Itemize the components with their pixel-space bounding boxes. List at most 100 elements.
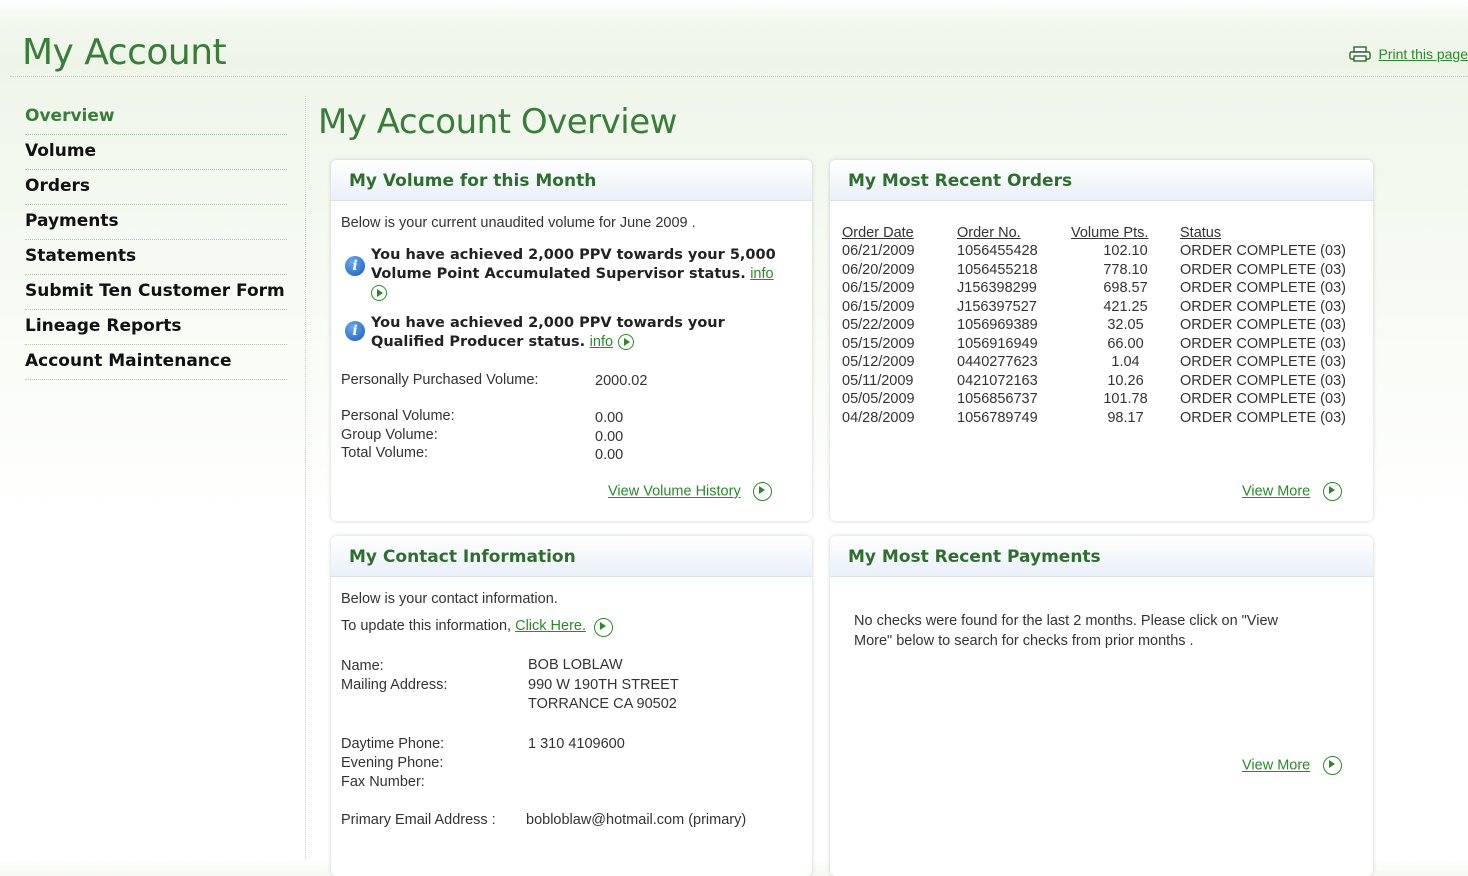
orders-header-row: Order Date Order No. Volume Pts. Status [842, 224, 1370, 242]
status-cell: ORDER COMPLETE (03) [1180, 390, 1370, 409]
orders-panel: My Most Recent Orders Order Date Order N… [830, 160, 1373, 521]
status-cell: ORDER COMPLETE (03) [1180, 372, 1370, 391]
order-no-cell: 1056455218 [957, 261, 1071, 280]
table-row: 05/15/2009105691694966.00ORDER COMPLETE … [842, 335, 1370, 354]
info-icon: i [345, 256, 365, 276]
ppv-message-2: You have achieved 2,000 PPV towards your… [371, 314, 791, 352]
col-volume-pts[interactable]: Volume Pts. [1071, 224, 1180, 242]
arrow-icon[interactable] [371, 285, 387, 301]
order-date-cell: 06/20/2009 [842, 261, 957, 280]
order-no-cell: 1056969389 [957, 316, 1071, 335]
table-row: 05/22/2009105696938932.05ORDER COMPLETE … [842, 316, 1370, 335]
col-status[interactable]: Status [1180, 224, 1370, 242]
orders-view-more-link[interactable]: View More [1242, 484, 1310, 500]
ppv-value: 2000.02 [595, 373, 647, 389]
address-line1: 990 W 190TH STREET [528, 677, 679, 693]
email-label: Primary Email Address : [341, 812, 496, 828]
ppv-message-1-text: You have achieved 2,000 PPV towards your… [371, 247, 776, 282]
volume-pts-cell: 421.25 [1071, 298, 1180, 317]
update-contact: To update this information, Click Here. [341, 618, 613, 637]
volume-pts-cell: 10.26 [1071, 372, 1180, 391]
order-no-cell: 1056789749 [957, 409, 1071, 428]
sidebar-item-volume[interactable]: Volume [25, 135, 287, 170]
volume-panel-title: My Volume for this Month [331, 160, 812, 201]
arrow-icon[interactable] [594, 618, 613, 637]
ppv-label: Personally Purchased Volume: [341, 372, 538, 388]
order-date-cell: 06/15/2009 [842, 298, 957, 317]
total-volume-value: 0.00 [595, 447, 623, 463]
info-link-1[interactable]: info [750, 266, 773, 282]
fax-label: Fax Number: [341, 774, 425, 790]
header-divider [10, 76, 1468, 77]
status-cell: ORDER COMPLETE (03) [1180, 353, 1370, 372]
order-date-cell: 05/05/2009 [842, 390, 957, 409]
ppv-message-2-text: You have achieved 2,000 PPV towards your… [371, 315, 725, 350]
view-volume-history[interactable]: View Volume History [608, 482, 772, 501]
order-date-cell: 05/22/2009 [842, 316, 957, 335]
table-row: 04/28/2009105678974998.17ORDER COMPLETE … [842, 409, 1370, 428]
group-volume-value: 0.00 [595, 429, 623, 445]
status-cell: ORDER COMPLETE (03) [1180, 298, 1370, 317]
sidebar-item-submit-ten-customer-form[interactable]: Submit Ten Customer Form [25, 275, 287, 310]
status-cell: ORDER COMPLETE (03) [1180, 409, 1370, 428]
personal-volume-label: Personal Volume: [341, 408, 455, 424]
payments-view-more-link[interactable]: View More [1242, 758, 1310, 774]
print-page-label[interactable]: Print this page [1379, 46, 1468, 62]
sidebar-divider [305, 96, 306, 859]
print-page-link[interactable]: Print this page [1349, 46, 1468, 62]
payments-panel-title: My Most Recent Payments [830, 536, 1373, 577]
sidebar-item-overview[interactable]: Overview [25, 100, 287, 135]
view-volume-history-link[interactable]: View Volume History [608, 484, 741, 500]
volume-panel: My Volume for this Month Below is your c… [331, 160, 812, 521]
printer-icon [1349, 46, 1371, 62]
sidebar-item-statements[interactable]: Statements [25, 240, 287, 275]
contact-panel: My Contact Information Below is your con… [331, 536, 812, 876]
volume-pts-cell: 1.04 [1071, 353, 1180, 372]
status-cell: ORDER COMPLETE (03) [1180, 279, 1370, 298]
arrow-icon[interactable] [618, 334, 634, 350]
ppv-message-1: You have achieved 2,000 PPV towards your… [371, 246, 791, 302]
volume-pts-cell: 778.10 [1071, 261, 1180, 280]
sidebar-item-orders[interactable]: Orders [25, 170, 287, 205]
update-text: To update this information, [341, 618, 511, 634]
arrow-icon[interactable] [1323, 756, 1342, 775]
order-no-cell: 1056856737 [957, 390, 1071, 409]
volume-pts-cell: 32.05 [1071, 316, 1180, 335]
personal-volume-value: 0.00 [595, 410, 623, 426]
info-icon: i [345, 321, 365, 341]
name-label: Name: [341, 658, 384, 674]
contact-panel-title: My Contact Information [331, 536, 812, 577]
sidebar-item-lineage-reports[interactable]: Lineage Reports [25, 310, 287, 345]
payments-panel: My Most Recent Payments No checks were f… [830, 536, 1373, 876]
table-row: 06/15/2009J156398299698.57ORDER COMPLETE… [842, 279, 1370, 298]
col-order-no[interactable]: Order No. [957, 224, 1071, 242]
sidebar-item-account-maintenance[interactable]: Account Maintenance [25, 345, 287, 380]
page-title: My Account [22, 32, 226, 73]
table-row: 05/12/200904402776231.04ORDER COMPLETE (… [842, 353, 1370, 372]
table-row: 05/11/2009042107216310.26ORDER COMPLETE … [842, 372, 1370, 391]
order-date-cell: 06/15/2009 [842, 279, 957, 298]
email-value: bobloblaw@hotmail.com (primary) [526, 812, 746, 828]
order-no-cell: 1056455428 [957, 242, 1071, 261]
click-here-link[interactable]: Click Here. [515, 618, 586, 634]
table-row: 06/20/20091056455218778.10ORDER COMPLETE… [842, 261, 1370, 280]
arrow-icon[interactable] [753, 482, 772, 501]
arrow-icon[interactable] [1323, 482, 1342, 501]
table-row: 06/21/20091056455428102.10ORDER COMPLETE… [842, 242, 1370, 261]
col-order-date[interactable]: Order Date [842, 224, 957, 242]
order-no-cell: 1056916949 [957, 335, 1071, 354]
order-no-cell: 0440277623 [957, 353, 1071, 372]
order-date-cell: 05/15/2009 [842, 335, 957, 354]
name-value: BOB LOBLAW [528, 657, 623, 673]
volume-pts-cell: 698.57 [1071, 279, 1180, 298]
total-volume-label: Total Volume: [341, 445, 428, 461]
order-no-cell: 0421072163 [957, 372, 1071, 391]
contact-intro: Below is your contact information. [341, 591, 558, 607]
sidebar-item-payments[interactable]: Payments [25, 205, 287, 240]
address-line2: TORRANCE CA 90502 [528, 696, 677, 712]
payments-view-more[interactable]: View More [1242, 756, 1342, 775]
orders-view-more[interactable]: View More [1242, 482, 1342, 501]
info-link-2[interactable]: info [590, 334, 613, 350]
volume-intro: Below is your current unaudited volume f… [341, 215, 696, 231]
order-date-cell: 05/11/2009 [842, 372, 957, 391]
